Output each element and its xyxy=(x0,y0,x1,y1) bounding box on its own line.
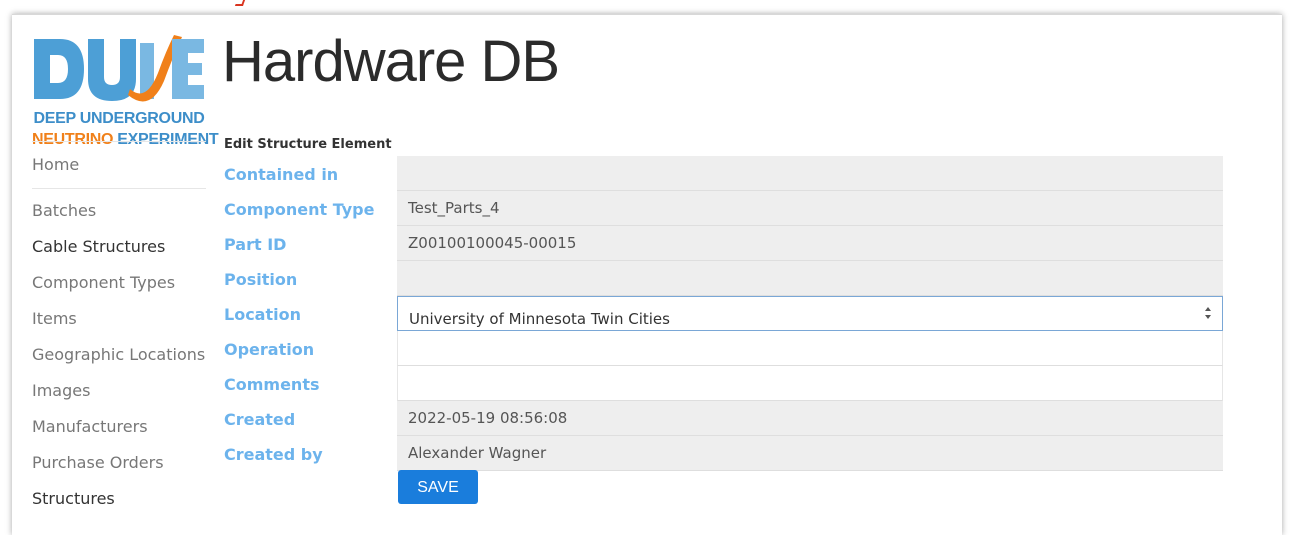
form-title: Edit Structure Element xyxy=(224,137,392,152)
logo-tagline-1: DEEP UNDERGROUND xyxy=(33,110,205,127)
location-select[interactable]: University of Minnesota Twin Cities xyxy=(397,296,1223,331)
sidebar-item-images[interactable]: Images xyxy=(32,373,206,409)
sidebar-item-cable-structures[interactable]: Cable Structures xyxy=(32,229,206,265)
location-selected-value: University of Minnesota Twin Cities xyxy=(409,310,670,328)
form-row-position: Position xyxy=(224,261,1224,296)
dune-logo[interactable]: DEEP UNDERGROUND NEUTRINO EXPERIMENT xyxy=(32,33,219,151)
comments-input[interactable] xyxy=(397,366,1223,401)
part-id-field: Z00100100045-00015 xyxy=(397,226,1223,261)
sidebar-item-geographic-locations[interactable]: Geographic Locations xyxy=(32,337,206,373)
sidebar-divider xyxy=(32,188,206,189)
dune-logo-icon xyxy=(34,35,204,102)
form-row-created-by: Created by Alexander Wagner xyxy=(224,436,1224,471)
sidebar-item-component-types[interactable]: Component Types xyxy=(32,265,206,301)
comments-label: Comments xyxy=(224,375,320,394)
form-row-contained-in: Contained in xyxy=(224,156,1224,191)
sidebar-item-items[interactable]: Items xyxy=(32,301,206,337)
page-title: Hardware DB xyxy=(222,29,560,94)
operation-label: Operation xyxy=(224,340,315,359)
created-by-field: Alexander Wagner xyxy=(397,436,1223,471)
contained-in-field xyxy=(397,156,1223,191)
position-label: Position xyxy=(224,270,298,289)
form-row-part-id: Part ID Z00100100045-00015 xyxy=(224,226,1224,261)
form-row-component-type: Component Type Test_Parts_4 xyxy=(224,191,1224,226)
component-type-label: Component Type xyxy=(224,200,375,219)
form-row-operation: Operation xyxy=(224,331,1224,366)
select-arrows-icon xyxy=(1205,307,1211,319)
form-row-location: Location University of Minnesota Twin Ci… xyxy=(224,296,1224,331)
sidebar-item-batches[interactable]: Batches xyxy=(32,193,206,229)
save-button[interactable]: SAVE xyxy=(398,470,478,504)
created-field: 2022-05-19 08:56:08 xyxy=(397,401,1223,436)
position-field xyxy=(397,261,1223,296)
page-frame: DEEP UNDERGROUND NEUTRINO EXPERIMENT Har… xyxy=(12,14,1282,535)
sidebar-item-structures[interactable]: Structures xyxy=(32,481,206,517)
created-label: Created xyxy=(224,410,296,429)
part-id-label: Part ID xyxy=(224,235,287,254)
sidebar-item-manufacturers[interactable]: Manufacturers xyxy=(32,409,206,445)
form-row-created: Created 2022-05-19 08:56:08 xyxy=(224,401,1224,436)
sidebar-nav: Home Batches Cable Structures Component … xyxy=(32,141,206,517)
created-by-label: Created by xyxy=(224,445,323,464)
edit-structure-form: Contained in Component Type Test_Parts_4… xyxy=(224,156,1224,471)
contained-in-label: Contained in xyxy=(224,165,339,184)
operation-input[interactable] xyxy=(397,331,1223,366)
sidebar-item-purchase-orders[interactable]: Purchase Orders xyxy=(32,445,206,481)
location-label: Location xyxy=(224,305,301,324)
form-row-comments: Comments xyxy=(224,366,1224,401)
browser-edge xyxy=(0,0,1293,14)
component-type-field: Test_Parts_4 xyxy=(397,191,1223,226)
sidebar-item-home[interactable]: Home xyxy=(32,142,206,188)
